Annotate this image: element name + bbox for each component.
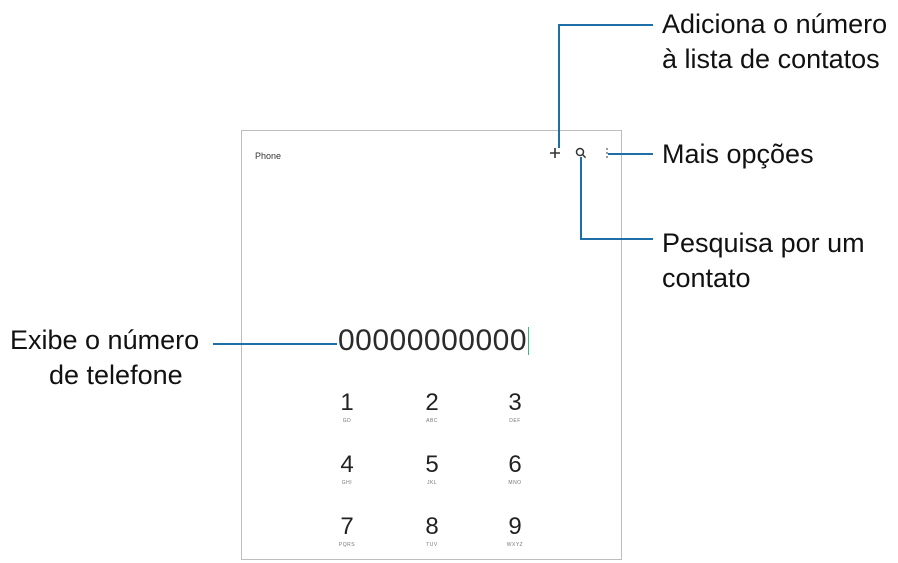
key-digit: 5 xyxy=(425,451,439,478)
key-1[interactable]: 1 GD xyxy=(317,389,377,439)
key-7[interactable]: 7 PQRS xyxy=(317,513,377,563)
key-digit: 6 xyxy=(508,451,522,478)
key-4[interactable]: 4 GHI xyxy=(317,451,377,501)
callout-line-add-horizontal xyxy=(558,24,653,26)
key-5[interactable]: 5 JKL xyxy=(402,451,462,501)
key-2[interactable]: 2 ABC xyxy=(402,389,462,439)
key-digit: 2 xyxy=(425,389,439,416)
key-9[interactable]: 9 WXYZ xyxy=(485,513,545,563)
callout-add-line1: Adiciona o número xyxy=(662,9,888,39)
key-digit: 4 xyxy=(340,451,354,478)
plus-icon xyxy=(550,148,560,158)
add-contact-button[interactable] xyxy=(547,145,563,161)
app-title: Phone xyxy=(255,151,282,161)
key-letters: ABC xyxy=(426,418,438,424)
callout-number-line2: de telefone xyxy=(49,360,183,390)
key-letters: JKL xyxy=(426,480,438,486)
key-digit: 3 xyxy=(508,389,522,416)
callout-search-line2: contato xyxy=(662,263,751,293)
callout-line-add-vertical xyxy=(558,24,560,148)
key-digit: 7 xyxy=(340,513,354,540)
key-letters: GD xyxy=(342,418,352,424)
key-digit: 8 xyxy=(425,513,439,540)
callout-number-line1: Exibe o número xyxy=(10,325,200,355)
callout-line-number xyxy=(213,343,337,345)
callout-more: Mais opções xyxy=(662,139,814,169)
phone-screen: Phone 00000000000 1 GD 2 ABC 3 DEF 4 GHI… xyxy=(241,130,622,560)
callout-add-line2: à lista de contatos xyxy=(662,44,880,74)
key-6[interactable]: 6 MNO xyxy=(485,451,545,501)
callout-line-search-vertical xyxy=(580,157,582,239)
key-letters: GHI xyxy=(341,480,353,486)
key-digit: 1 xyxy=(340,389,354,416)
key-8[interactable]: 8 TUV xyxy=(402,513,462,563)
key-letters: MNO xyxy=(508,480,522,486)
callout-search-line1: Pesquisa por um xyxy=(662,228,865,258)
key-letters: WXYZ xyxy=(506,542,524,548)
key-letters: DEF xyxy=(509,418,521,424)
key-3[interactable]: 3 DEF xyxy=(485,389,545,439)
key-letters: TUV xyxy=(426,542,438,548)
phone-number-display[interactable]: 00000000000 xyxy=(338,323,527,359)
text-cursor xyxy=(528,327,529,355)
callout-line-search-horizontal xyxy=(580,238,653,240)
key-letters: PQRS xyxy=(338,542,356,548)
callout-line-more xyxy=(608,153,653,155)
key-digit: 9 xyxy=(508,513,522,540)
